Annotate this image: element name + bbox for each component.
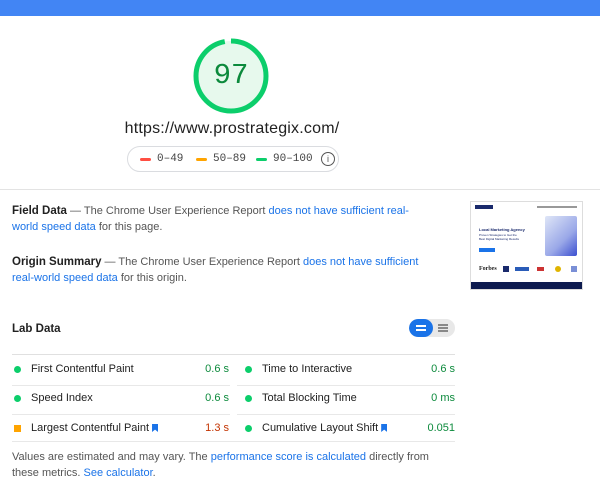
metric-speed-index: Speed Index xyxy=(14,392,93,404)
good-status-icon xyxy=(245,394,252,402)
info-icon[interactable]: i xyxy=(321,152,335,166)
score-calculated-link[interactable]: performance score is calculated xyxy=(211,451,366,463)
legend-bar-average xyxy=(196,157,207,161)
thumb-heading: Local Marketing Agency xyxy=(479,227,525,232)
origin-summary-text: — The Chrome User Experience Report xyxy=(101,256,304,268)
metric-value: 0.051 xyxy=(427,422,455,434)
legend-label-poor: 0–49 xyxy=(157,153,184,165)
thumb-illustration xyxy=(545,216,577,256)
legend-bar-poor xyxy=(140,157,151,161)
footnote-text: Values are estimated and may vary. The xyxy=(12,451,211,463)
good-status-icon xyxy=(245,365,252,373)
metric-label: Total Blocking Time xyxy=(262,392,357,404)
metric-label: First Contentful Paint xyxy=(31,363,134,375)
lab-data-footnote: Values are estimated and may vary. The p… xyxy=(12,449,432,481)
metric-value: 0.6 s xyxy=(205,363,229,375)
bookmark-icon[interactable] xyxy=(152,424,159,432)
page-url: https://www.prostrategix.com/ xyxy=(124,120,340,137)
average-status-icon xyxy=(14,424,21,432)
field-data-text: — The Chrome User Experience Report xyxy=(66,205,269,217)
view-toggle[interactable] xyxy=(409,319,455,337)
thumb-cta xyxy=(479,248,495,252)
see-calculator-link[interactable]: See calculator xyxy=(84,467,153,479)
good-status-icon xyxy=(14,365,21,373)
legend-label-good: 90–100 xyxy=(273,153,313,165)
metric-label: Speed Index xyxy=(31,392,93,404)
thumb-footer xyxy=(471,282,582,289)
thumb-badge-3 xyxy=(537,267,544,271)
good-status-icon xyxy=(14,394,21,402)
metric-time-to-interactive: Time to Interactive xyxy=(245,363,352,375)
metric-value: 0.6 s xyxy=(205,392,229,404)
metrics-divider xyxy=(12,354,455,355)
field-data-section: Field Data — The Chrome User Experience … xyxy=(12,203,422,235)
legend-item-poor: 0–49 xyxy=(140,153,183,165)
metric-total-blocking-time: Total Blocking Time xyxy=(245,392,357,404)
metric-value: 0.6 s xyxy=(431,363,455,375)
thumb-badge-4 xyxy=(555,266,561,272)
lab-data-title: Lab Data xyxy=(12,323,61,335)
metric-first-contentful-paint: First Contentful Paint xyxy=(14,363,134,375)
footnote-text-3: . xyxy=(152,467,156,479)
thumb-nav xyxy=(537,206,577,208)
legend-item-good: 90–100 xyxy=(256,153,313,165)
legend-label-average: 50–89 xyxy=(213,153,247,165)
section-divider xyxy=(0,189,600,190)
metric-value: 1.3 s xyxy=(205,422,229,434)
metric-label: Time to Interactive xyxy=(262,363,353,375)
metric-label: Cumulative Layout Shift xyxy=(262,422,379,434)
origin-summary-text-end: for this origin. xyxy=(117,272,187,284)
field-data-title: Field Data xyxy=(12,205,67,217)
view-toggle-list[interactable] xyxy=(409,319,433,337)
thumb-forbes-logo: Forbes xyxy=(479,266,497,272)
legend-bar-good xyxy=(256,157,267,161)
origin-summary-title: Origin Summary xyxy=(12,256,102,268)
thumb-badge-5 xyxy=(571,266,577,272)
metric-label: Largest Contentful Paint xyxy=(31,422,150,434)
top-bar xyxy=(0,0,600,16)
page-screenshot-thumbnail: Local Marketing Agency Proven Strategies… xyxy=(470,201,583,290)
thumb-logo xyxy=(475,205,493,209)
origin-summary-section: Origin Summary — The Chrome User Experie… xyxy=(12,254,422,286)
thumb-subheading: Proven Strategies to Get the Best Digita… xyxy=(479,233,520,241)
thumb-badge-2 xyxy=(515,267,529,271)
metric-value: 0 ms xyxy=(431,392,455,404)
metric-largest-contentful-paint: Largest Contentful Paint xyxy=(14,422,159,434)
performance-score: 97 xyxy=(213,59,249,92)
metric-cumulative-layout-shift: Cumulative Layout Shift xyxy=(245,422,388,434)
score-legend: 0–49 50–89 90–100 i xyxy=(127,146,339,172)
legend-item-average: 50–89 xyxy=(196,153,246,165)
thumb-badge-1 xyxy=(503,266,509,272)
field-data-text-end: for this page. xyxy=(95,221,163,233)
good-status-icon xyxy=(245,424,252,432)
bookmark-icon[interactable] xyxy=(381,424,388,432)
